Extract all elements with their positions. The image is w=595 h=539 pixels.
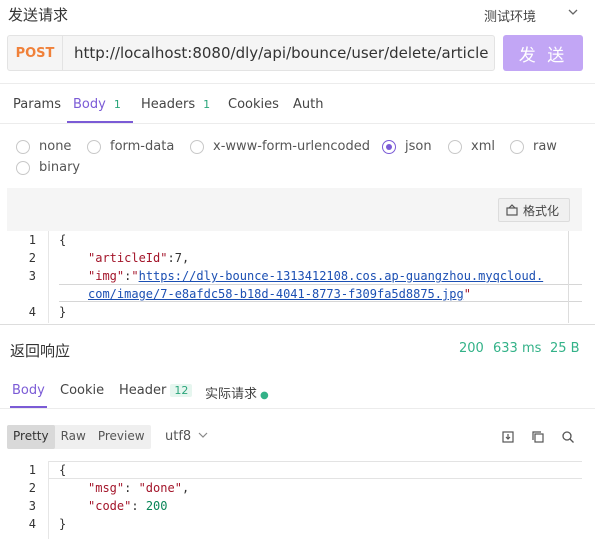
copy-icon[interactable]: [531, 430, 545, 444]
response-tab-actual-request-label: 实际请求: [205, 387, 258, 402]
radio-form-data[interactable]: [87, 140, 101, 154]
format-button-label: 格式化: [523, 203, 560, 218]
json-string: "done": [138, 481, 182, 495]
chevron-down-icon[interactable]: [568, 7, 578, 17]
json-key: "msg": [88, 481, 125, 495]
json-comma: ,: [181, 481, 190, 495]
method-select[interactable]: POST: [8, 36, 63, 70]
tab-cookies[interactable]: Cookies: [228, 97, 279, 112]
page-title: 发送请求: [8, 6, 69, 24]
line-number: 4: [28, 305, 36, 319]
tab-body-label: Body: [73, 97, 106, 112]
download-icon[interactable]: [501, 430, 515, 444]
url-input[interactable]: http://localhost:8080/dly/api/bounce/use…: [63, 44, 488, 62]
radio-urlencoded[interactable]: [190, 140, 204, 154]
response-tab-header[interactable]: Header 12: [119, 383, 193, 398]
gutter-divider: [48, 231, 49, 323]
line-number: 1: [28, 233, 36, 247]
radio-raw[interactable]: [510, 140, 524, 154]
editor-toolbar: [7, 188, 582, 231]
code-line[interactable]: "img":"https://dly-bounce-1313412108.cos…: [88, 269, 543, 283]
response-tab-body[interactable]: Body: [12, 383, 45, 398]
code-line[interactable]: "articleId":7,: [88, 251, 189, 265]
gutter-divider: [48, 461, 49, 539]
send-button[interactable]: 发 送: [503, 35, 583, 71]
radio-binary[interactable]: [16, 161, 30, 175]
tab-headers[interactable]: Headers 1: [141, 97, 214, 112]
url-bar: POST http://localhost:8080/dly/api/bounc…: [7, 35, 495, 71]
json-number: 200: [145, 499, 168, 513]
divider: [0, 408, 595, 409]
code-line[interactable]: "code": 200: [88, 499, 168, 513]
json-quote: ": [463, 287, 471, 301]
view-mode-preview[interactable]: Preview: [92, 425, 151, 449]
current-line-highlight: [48, 461, 582, 479]
radio-label: none: [39, 139, 72, 154]
tab-body-badge: 1: [113, 98, 121, 111]
json-number: 7: [174, 251, 182, 265]
radio-json[interactable]: [382, 140, 396, 154]
json-key: "code": [88, 499, 132, 513]
line-number: 2: [28, 481, 36, 495]
editor-scrollbar[interactable]: [568, 231, 569, 323]
json-colon: :: [124, 481, 139, 495]
json-quote: ": [131, 269, 139, 283]
tab-body[interactable]: Body 1: [73, 97, 125, 112]
tab-headers-label: Headers: [141, 97, 196, 112]
line-number: 2: [28, 251, 36, 265]
view-mode-toggle: Pretty Raw Preview: [7, 425, 151, 449]
line-number: 1: [28, 463, 36, 477]
json-url-link[interactable]: https://dly-bounce-1313412108.cos.ap-gua…: [139, 269, 544, 283]
line-number: 3: [28, 269, 36, 283]
code-line-wrap[interactable]: com/image/7-e8afdc58-b18d-4041-8773-f309…: [88, 287, 471, 301]
json-colon: :: [167, 251, 175, 265]
divider: [0, 83, 595, 84]
status-code: 200: [459, 341, 484, 356]
json-comma: ,: [181, 251, 190, 265]
code-line: {: [59, 233, 67, 247]
response-tab-header-label: Header: [119, 383, 167, 398]
radio-label: binary: [39, 160, 81, 175]
format-icon: [506, 204, 518, 216]
code-line: {: [59, 463, 67, 477]
encoding-label: utf8: [165, 429, 192, 444]
format-button[interactable]: 格式化: [498, 198, 570, 222]
search-icon[interactable]: [561, 430, 575, 444]
tab-auth[interactable]: Auth: [293, 97, 323, 112]
response-time: 633 ms: [493, 341, 542, 356]
json-colon: :: [131, 499, 146, 513]
divider: [0, 123, 595, 124]
radio-none[interactable]: [16, 140, 30, 154]
view-mode-pretty[interactable]: Pretty: [7, 425, 55, 449]
code-line: }: [59, 517, 67, 531]
response-size: 25 B: [550, 341, 580, 356]
response-tab-header-badge: 12: [170, 384, 193, 397]
json-key: "articleId": [88, 251, 168, 265]
radio-label: x-www-form-urlencoded: [213, 139, 371, 154]
radio-label: form-data: [110, 139, 175, 154]
chevron-down-icon: [198, 432, 208, 438]
tab-params[interactable]: Params: [13, 97, 61, 112]
json-url-link[interactable]: com/image/7-e8afdc58-b18d-4041-8773-f309…: [88, 287, 464, 301]
response-tab-cookie[interactable]: Cookie: [60, 383, 104, 398]
radio-label: json: [405, 139, 432, 154]
response-title: 返回响应: [10, 342, 71, 360]
view-mode-raw[interactable]: Raw: [55, 425, 92, 449]
status-dot-icon: ●: [260, 390, 269, 401]
json-key: "img": [88, 269, 125, 283]
code-line[interactable]: "msg": "done",: [88, 481, 189, 495]
environment-select[interactable]: 测试环境: [484, 6, 536, 25]
radio-label: raw: [533, 139, 557, 154]
code-line: }: [59, 305, 67, 319]
line-number: 4: [28, 517, 36, 531]
encoding-select[interactable]: utf8: [165, 429, 208, 444]
tab-headers-badge: 1: [203, 98, 211, 111]
radio-label: xml: [471, 139, 495, 154]
radio-xml[interactable]: [448, 140, 462, 154]
line-number: 3: [28, 499, 36, 513]
response-tab-actual-request[interactable]: 实际请求 ●: [205, 383, 269, 402]
